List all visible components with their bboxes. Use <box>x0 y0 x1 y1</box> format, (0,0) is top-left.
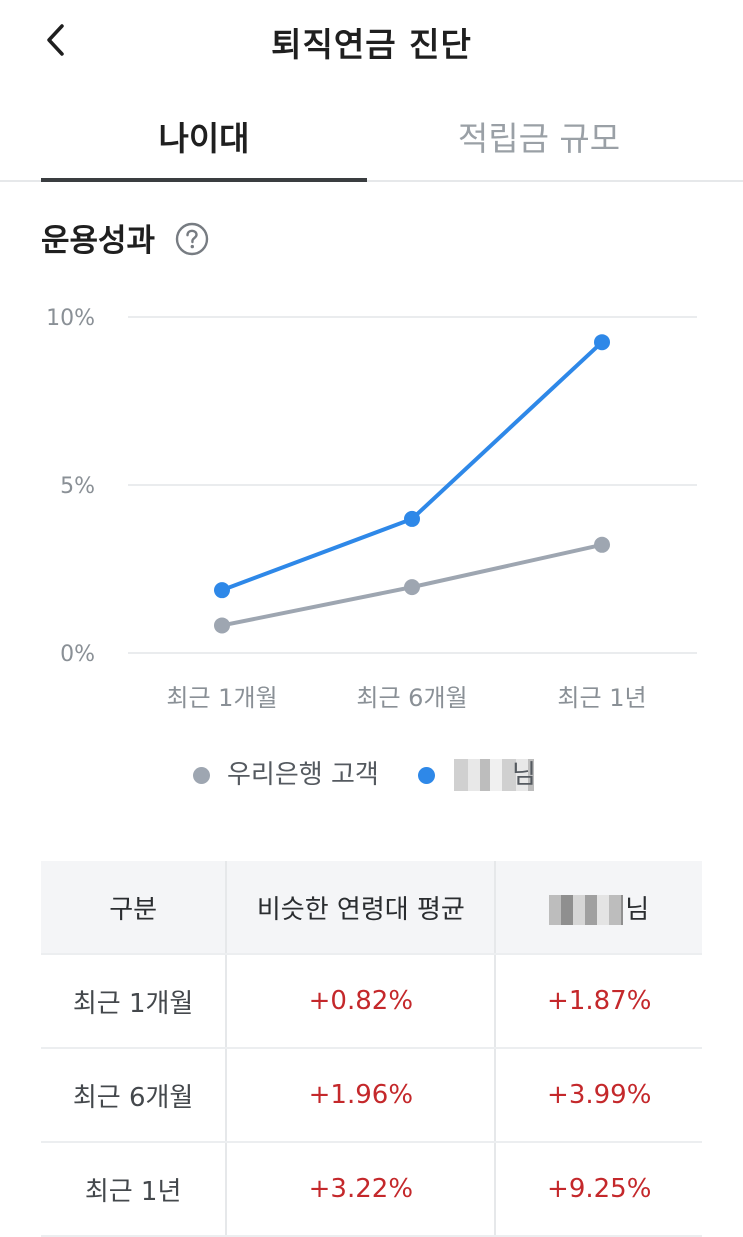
data-point-bank <box>214 617 230 634</box>
data-point-bank <box>594 536 610 553</box>
table-header-user: 님 <box>494 861 702 955</box>
tab-bar: 나이대 적립금 규모 <box>0 100 743 182</box>
section-title: 운용성과 <box>41 223 156 259</box>
table-header-category: 구분 <box>41 861 227 955</box>
tab-age-group[interactable]: 나이대 <box>41 100 367 182</box>
performance-table: 구분 비슷한 연령대 평균 님 최근 1개월 +0.82% +1.87% 최근 … <box>41 861 702 1237</box>
row-label: 최근 1년 <box>41 1142 227 1237</box>
table-header-row: 구분 비슷한 연령대 평균 님 <box>41 861 702 955</box>
app-header: 퇴직연금 진단 <box>0 0 743 84</box>
redacted-name <box>549 895 624 925</box>
y-tick-label: 5% <box>60 474 95 499</box>
tab-balance-size[interactable]: 적립금 규모 <box>376 100 702 180</box>
row-label: 최근 1개월 <box>41 954 227 1049</box>
peer-average-value: +0.82% <box>225 954 496 1049</box>
y-tick-label: 0% <box>60 642 95 667</box>
data-point-bank <box>404 579 420 596</box>
performance-line-chart: 0% 5% 10% 최근 1개월 최근 6개월 최근 1년 <box>46 306 697 712</box>
data-point-user <box>594 334 610 351</box>
legend-label-user: 님 <box>512 760 536 790</box>
chart-legend: 우리은행 고객 님 <box>0 755 743 795</box>
table-header-peer-average: 비슷한 연령대 평균 <box>225 861 496 955</box>
user-value: +3.99% <box>494 1048 702 1143</box>
peer-average-value: +3.22% <box>225 1142 496 1237</box>
page-title: 퇴직연금 진단 <box>271 25 472 64</box>
legend-label-bank: 우리은행 고객 <box>227 760 379 790</box>
row-label: 최근 6개월 <box>41 1048 227 1143</box>
series-line-user <box>221 340 604 593</box>
x-tick-label: 최근 6개월 <box>356 684 467 712</box>
table-row: 최근 1년 +3.22% +9.25% <box>41 1142 702 1237</box>
table-row: 최근 6개월 +1.96% +3.99% <box>41 1048 702 1143</box>
legend-dot-user <box>418 767 435 784</box>
user-value: +1.87% <box>494 954 702 1049</box>
help-button[interactable] <box>175 222 209 256</box>
data-point-user <box>214 582 230 599</box>
x-tick-label: 최근 1년 <box>557 684 646 712</box>
data-point-user <box>404 510 420 527</box>
table-header-user-label: 님 <box>625 894 650 925</box>
legend-dot-bank <box>193 767 210 784</box>
y-tick-label: 10% <box>46 306 95 331</box>
x-tick-label: 최근 1개월 <box>166 684 277 712</box>
user-value: +9.25% <box>494 1142 702 1237</box>
table-row: 최근 1개월 +0.82% +1.87% <box>41 954 702 1049</box>
question-circle-icon <box>175 222 209 256</box>
peer-average-value: +1.96% <box>225 1048 496 1143</box>
